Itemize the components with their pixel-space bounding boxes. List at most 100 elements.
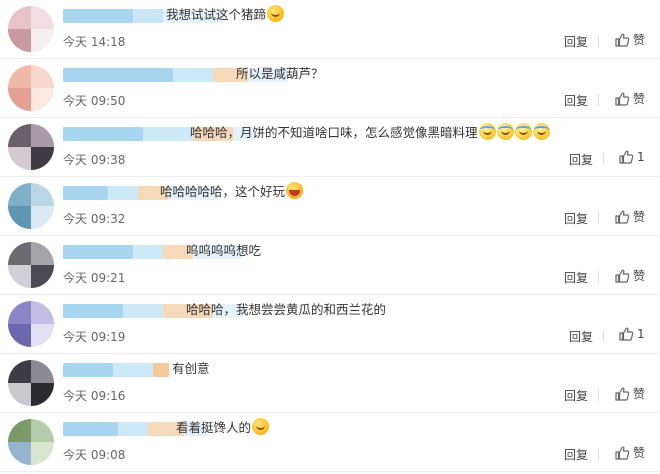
- action-divider: [598, 35, 599, 47]
- reply-button[interactable]: 回复: [564, 92, 588, 109]
- username-mosaic[interactable]: [108, 186, 138, 200]
- comment-text-content: 我想试试这个猪蹄: [166, 7, 267, 22]
- avatar[interactable]: [8, 301, 54, 347]
- comment-text: 呜呜呜呜想吃: [186, 241, 261, 261]
- laugh-emoji-icon: [286, 182, 304, 199]
- like-button[interactable]: 赞: [614, 208, 645, 225]
- avatar[interactable]: [8, 419, 54, 465]
- username-mosaic[interactable]: [143, 127, 193, 141]
- username-mosaic[interactable]: [113, 363, 153, 377]
- like-label: 1: [637, 327, 645, 341]
- smile-emoji-icon: [252, 418, 270, 435]
- thumbs-up-icon: [614, 268, 633, 284]
- avatar[interactable]: [8, 6, 54, 52]
- thumbs-up-icon: [614, 445, 633, 461]
- comment-text: 哈哈哈哈哈，这个好玩: [160, 182, 304, 202]
- username-mosaic[interactable]: [63, 68, 173, 82]
- reply-button[interactable]: 回复: [569, 328, 593, 345]
- comment-time: 今天 09:08: [63, 448, 126, 462]
- username-mosaic[interactable]: [63, 127, 143, 141]
- thumbs-up-icon: [614, 32, 633, 48]
- comment-item: 哈哈哈哈哈，这个好玩今天 09:32 回复 赞: [0, 177, 660, 236]
- like-label: 赞: [633, 387, 646, 401]
- like-button[interactable]: 1: [618, 149, 645, 165]
- like-button[interactable]: 1: [618, 326, 645, 342]
- reply-button[interactable]: 回复: [569, 151, 593, 168]
- username-mosaic[interactable]: [63, 363, 113, 377]
- comment-item: 我想试试这个猪蹄今天 14:18 回复 赞: [0, 0, 660, 59]
- like-label: 赞: [633, 446, 646, 460]
- comment-text-content: 哈哈哈哈哈，这个好玩: [160, 184, 286, 199]
- avatar[interactable]: [8, 65, 54, 111]
- comment-time: 今天 09:38: [63, 153, 126, 167]
- username-mosaic[interactable]: [133, 9, 163, 23]
- like-button[interactable]: 赞: [614, 267, 645, 284]
- like-label: 1: [637, 150, 645, 164]
- action-divider: [603, 330, 604, 342]
- like-label: 赞: [633, 33, 646, 47]
- username-mosaic[interactable]: [63, 422, 118, 436]
- comment-text-content: 哈哈哈，月饼的不知道啥口味，怎么感觉像黑暗料理: [190, 125, 478, 140]
- comment-text-content: 有创意: [172, 361, 210, 376]
- cry-emoji-icon: [496, 123, 514, 140]
- like-button[interactable]: 赞: [614, 31, 645, 48]
- reply-button[interactable]: 回复: [564, 387, 588, 404]
- comment-item: 看着挺馋人的今天 09:08 回复 赞: [0, 413, 660, 472]
- comment-text: 看着挺馋人的: [176, 418, 270, 438]
- reply-button[interactable]: 回复: [564, 446, 588, 463]
- comment-time: 今天 09:32: [63, 212, 126, 226]
- username-mosaic[interactable]: [63, 245, 133, 259]
- comment-text: 哈哈哈，我想尝尝黄瓜的和西兰花的: [186, 300, 386, 320]
- reply-button[interactable]: 回复: [564, 210, 588, 227]
- action-divider: [598, 271, 599, 283]
- thumbs-up-icon: [614, 209, 633, 225]
- like-label: 赞: [633, 269, 646, 283]
- like-label: 赞: [633, 92, 646, 106]
- comment-time: 今天 09:16: [63, 389, 126, 403]
- username-mosaic[interactable]: [118, 422, 148, 436]
- thumbs-up-icon: [614, 386, 633, 402]
- comment-item: 哈哈哈，我想尝尝黄瓜的和西兰花的今天 09:19 回复 1: [0, 295, 660, 354]
- comment-item: 有创意今天 09:16 回复 赞: [0, 354, 660, 413]
- comment-text-content: 看着挺馋人的: [176, 420, 252, 435]
- username-mosaic[interactable]: [63, 186, 108, 200]
- comment-item: 所以是咸葫芦？ 今天 09:50 回复 赞: [0, 59, 660, 118]
- cry-emoji-icon: [532, 123, 550, 140]
- thumbs-up-icon: [614, 91, 633, 107]
- action-divider: [603, 153, 604, 165]
- comment-time: 今天 09:21: [63, 271, 126, 285]
- comment-text-content: 所以是咸葫芦？: [236, 66, 324, 81]
- username-mosaic[interactable]: [63, 9, 133, 23]
- username-mosaic[interactable]: [123, 304, 163, 318]
- avatar[interactable]: [8, 124, 54, 170]
- reply-button[interactable]: 回复: [564, 33, 588, 50]
- thumbs-up-icon: [618, 326, 637, 342]
- comment-item: 呜呜呜呜想吃今天 09:21 回复 赞: [0, 236, 660, 295]
- avatar[interactable]: [8, 360, 54, 406]
- comment-text-content: 呜呜呜呜想吃: [186, 243, 262, 258]
- username-mosaic[interactable]: [63, 304, 123, 318]
- cry-emoji-icon: [514, 123, 532, 140]
- action-divider: [598, 448, 599, 460]
- like-button[interactable]: 赞: [614, 385, 645, 402]
- comment-text: 所以是咸葫芦？: [236, 64, 324, 84]
- comment-time: 今天 14:18: [63, 35, 126, 49]
- reply-button[interactable]: 回复: [564, 269, 588, 286]
- like-label: 赞: [633, 210, 646, 224]
- like-button[interactable]: 赞: [614, 444, 645, 461]
- comment-item: 哈哈哈，月饼的不知道啥口味，怎么感觉像黑暗料理今天 09:38 回复 1: [0, 118, 660, 177]
- comment-time: 今天 09:19: [63, 330, 126, 344]
- comment-time: 今天 09:50: [63, 94, 126, 108]
- like-button[interactable]: 赞: [614, 90, 645, 107]
- comment-text: 我想试试这个猪蹄: [166, 5, 285, 25]
- comment-text-content: 哈哈哈，我想尝尝黄瓜的和西兰花的: [186, 302, 387, 317]
- thumbs-up-icon: [618, 149, 637, 165]
- avatar[interactable]: [8, 242, 54, 288]
- username-mosaic[interactable]: [153, 363, 169, 377]
- username-mosaic[interactable]: [173, 68, 213, 82]
- avatar[interactable]: [8, 183, 54, 229]
- smile-emoji-icon: [267, 5, 285, 22]
- cry-emoji-icon: [478, 123, 496, 140]
- comment-text: 有创意: [172, 359, 210, 379]
- username-mosaic[interactable]: [133, 245, 163, 259]
